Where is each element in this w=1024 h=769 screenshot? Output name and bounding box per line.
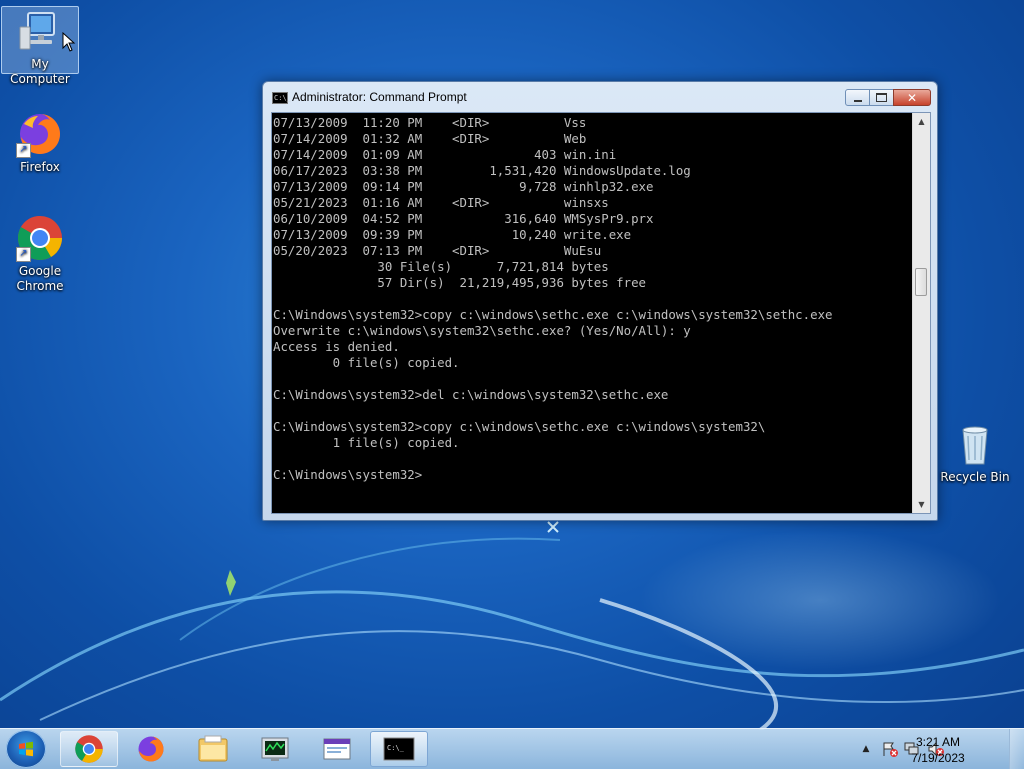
- console-line: 57 Dir(s) 21,219,495,936 bytes free: [273, 275, 646, 290]
- taskbar-explorer-button[interactable]: [184, 731, 242, 767]
- taskbar-control-panel-button[interactable]: [308, 731, 366, 767]
- console-output[interactable]: 07/13/2009 11:20 PM <DIR> Vss 07/14/2009 …: [272, 113, 912, 513]
- windows-logo-icon: [19, 741, 33, 757]
- minimize-icon: [853, 99, 862, 102]
- desktop-icon-recycle-bin[interactable]: Recycle Bin: [935, 420, 1015, 485]
- taskbar-command-prompt-button[interactable]: C:\_: [370, 731, 428, 767]
- svg-text:C:\_: C:\_: [387, 744, 405, 752]
- chrome-icon: [75, 735, 103, 763]
- close-icon: ✕: [906, 90, 918, 105]
- desktop-icon-firefox[interactable]: ↗ Firefox: [0, 110, 80, 175]
- command-prompt-icon: C:\_: [272, 92, 291, 104]
- control-panel-icon: [323, 738, 351, 760]
- console-line: 0 file(s) copied.: [273, 355, 460, 370]
- desktop-icon-label: Google Chrome: [16, 264, 64, 293]
- console-client-area[interactable]: 07/13/2009 11:20 PM <DIR> Vss 07/14/2009 …: [271, 112, 931, 514]
- clock-date: 7/19/2023: [911, 751, 965, 765]
- desktop-icon-label: Firefox: [20, 160, 60, 174]
- console-line: 07/13/2009 09:39 PM 10,240 write.exe: [273, 227, 632, 242]
- shortcut-arrow-icon: ↗: [16, 247, 31, 262]
- console-line: C:\Windows\system32>: [273, 467, 423, 482]
- taskbar-clock[interactable]: 3:21 AM 7/19/2023: [908, 734, 968, 766]
- recycle-bin-icon: [951, 420, 999, 468]
- console-line: 1 file(s) copied.: [273, 435, 460, 450]
- show-hidden-icons-icon[interactable]: ▲: [858, 741, 874, 757]
- desktop-icon-label: Recycle Bin: [940, 470, 1010, 484]
- command-prompt-icon: C:\_: [383, 737, 415, 761]
- console-line: C:\Windows\system32>del c:\windows\syste…: [273, 387, 669, 402]
- computer-icon: [16, 7, 64, 55]
- mouse-cursor-icon: [62, 32, 76, 52]
- close-button[interactable]: ✕: [893, 89, 931, 106]
- taskbar: C:\_ ▲ 3:21 AM 7/19/2023: [0, 728, 1024, 769]
- desktop-icon-google-chrome[interactable]: ↗ Google Chrome: [0, 214, 80, 294]
- taskbar-firefox-button[interactable]: [122, 731, 180, 767]
- start-button[interactable]: [6, 730, 46, 768]
- system-tray: ▲ 3:21 AM 7/19/2023: [844, 729, 1024, 769]
- maximize-icon: [876, 93, 887, 102]
- console-line: 07/14/2009 01:32 AM <DIR> Web: [273, 131, 587, 146]
- desktop-icon-label: My Computer: [10, 57, 70, 86]
- clock-time: 3:21 AM: [915, 735, 961, 749]
- firefox-icon: ↗: [16, 110, 64, 158]
- scroll-up-arrow-icon[interactable]: ▲: [913, 113, 930, 130]
- firefox-icon: [138, 736, 164, 762]
- console-line: 06/10/2009 04:52 PM 316,640 WMSysPr9.prx: [273, 211, 654, 226]
- minimize-button[interactable]: [845, 89, 870, 106]
- console-line: 30 File(s) 7,721,814 bytes: [273, 259, 609, 274]
- window-title: Administrator: Command Prompt: [292, 90, 467, 104]
- shortcut-arrow-icon: ↗: [16, 143, 31, 158]
- chrome-icon: ↗: [16, 214, 64, 262]
- console-line: 07/14/2009 01:09 AM 403 win.ini: [273, 147, 617, 162]
- maximize-button[interactable]: [869, 89, 894, 106]
- scrollbar-thumb[interactable]: [915, 268, 927, 296]
- console-line: 06/17/2023 03:38 PM 1,531,420 WindowsUpd…: [273, 163, 691, 178]
- console-line: 07/13/2009 11:20 PM <DIR> Vss: [273, 115, 587, 130]
- console-line: 05/20/2023 07:13 PM <DIR> WuEsu: [273, 243, 602, 258]
- console-line: Access is denied.: [273, 339, 400, 354]
- show-desktop-button[interactable]: [1009, 729, 1024, 769]
- console-line: 07/13/2009 09:14 PM 9,728 winhlp32.exe: [273, 179, 654, 194]
- taskbar-chrome-button[interactable]: [60, 731, 118, 767]
- console-line: 05/21/2023 01:16 AM <DIR> winsxs: [273, 195, 609, 210]
- task-manager-icon: [261, 737, 289, 761]
- taskbar-task-manager-button[interactable]: [246, 731, 304, 767]
- console-text: 07/13/2009 11:20 PM <DIR> Vss 07/14/2009 …: [272, 113, 912, 483]
- console-line: Overwrite c:\windows\system32\sethc.exe?…: [273, 323, 691, 338]
- command-prompt-window[interactable]: C:\_ Administrator: Command Prompt ✕ 07/…: [262, 81, 938, 521]
- window-titlebar[interactable]: C:\_ Administrator: Command Prompt ✕: [263, 82, 937, 112]
- console-line: C:\Windows\system32>copy c:\windows\seth…: [273, 419, 766, 434]
- file-explorer-icon: [198, 735, 228, 762]
- console-line: C:\Windows\system32>copy c:\windows\seth…: [273, 307, 833, 322]
- scroll-down-arrow-icon[interactable]: ▼: [913, 496, 930, 513]
- action-center-icon[interactable]: [882, 741, 898, 757]
- vertical-scrollbar[interactable]: ▲ ▼: [912, 113, 930, 513]
